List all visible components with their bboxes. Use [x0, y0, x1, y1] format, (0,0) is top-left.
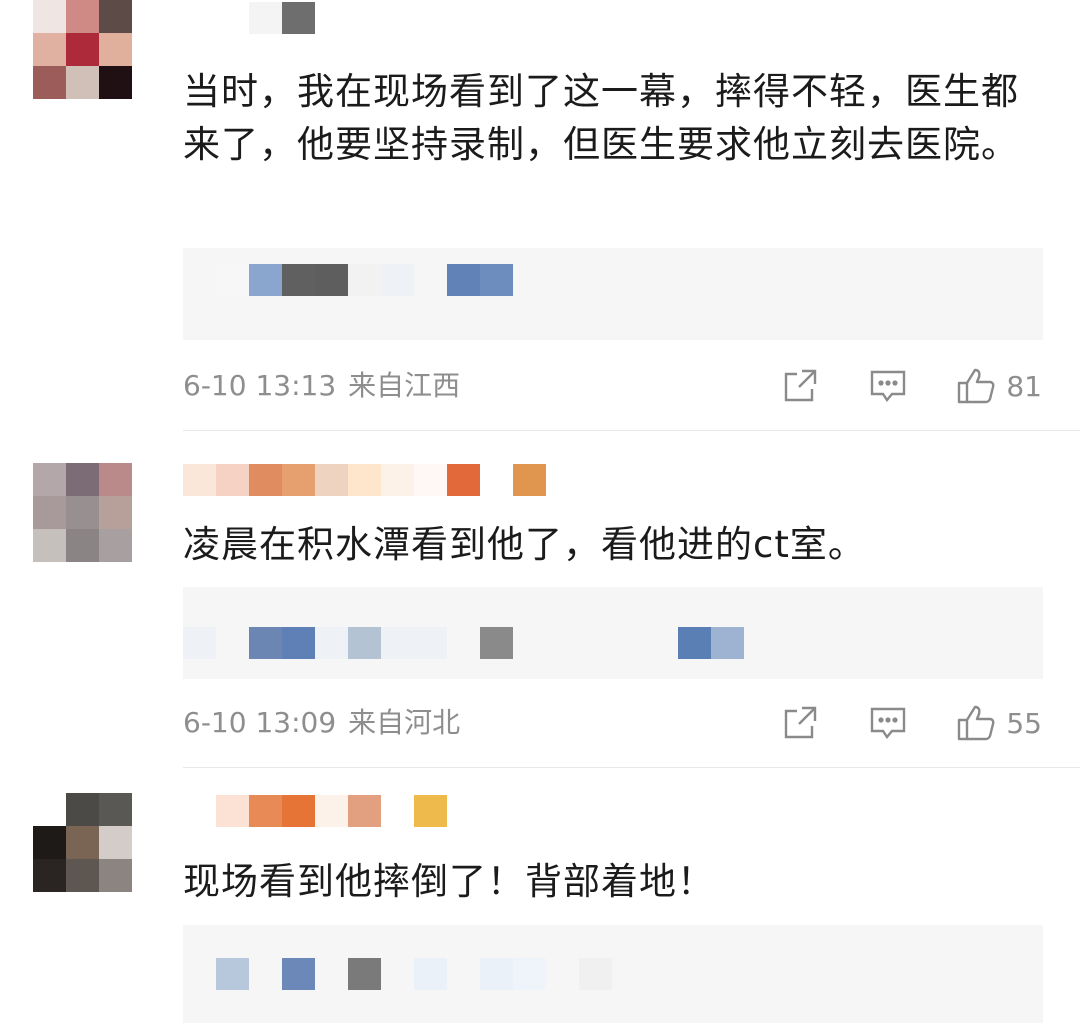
share-icon[interactable] [780, 703, 820, 743]
share-icon[interactable] [780, 366, 820, 406]
reply-preview[interactable] [183, 587, 1043, 679]
comment-actions: 55 [780, 703, 1042, 743]
username[interactable] [183, 464, 546, 496]
like-count: 81 [1006, 369, 1042, 403]
reply-author[interactable] [183, 958, 612, 990]
location: 来自河北 [348, 706, 461, 739]
avatar[interactable] [33, 0, 132, 99]
comment-icon[interactable] [868, 703, 908, 743]
comment-meta: 6-10 13:13 来自江西 [183, 366, 460, 406]
reply-author[interactable] [183, 264, 513, 296]
location: 来自江西 [348, 369, 461, 402]
reply-author[interactable] [183, 627, 744, 659]
thumbs-up-icon[interactable] [956, 703, 996, 743]
thumbs-up-icon[interactable] [956, 366, 996, 406]
timestamp: 6-10 13:09 [183, 706, 337, 739]
comment-icon[interactable] [868, 366, 908, 406]
comment-text: 凌晨在积水潭看到他了，看他进的ct室。 [183, 523, 866, 566]
divider [183, 430, 1080, 431]
reply-preview[interactable] [183, 925, 1043, 1023]
divider [183, 767, 1080, 768]
comment-actions: 81 [780, 366, 1042, 406]
avatar[interactable] [33, 463, 132, 562]
reply-preview[interactable] [183, 248, 1043, 340]
username[interactable] [183, 795, 447, 827]
like-count: 55 [1006, 706, 1042, 740]
like-button[interactable]: 81 [956, 366, 1042, 406]
username[interactable] [183, 2, 315, 34]
comment-meta: 6-10 13:09 来自河北 [183, 703, 460, 743]
comment-text: 当时，我在现场看到了这一幕，摔得不轻，医生都来了，他要坚持录制，但医生要求他立刻… [183, 70, 1019, 166]
timestamp: 6-10 13:13 [183, 369, 337, 402]
avatar[interactable] [33, 793, 132, 892]
like-button[interactable]: 55 [956, 703, 1042, 743]
comment-text: 现场看到他摔倒了！背部着地！ [183, 860, 715, 903]
